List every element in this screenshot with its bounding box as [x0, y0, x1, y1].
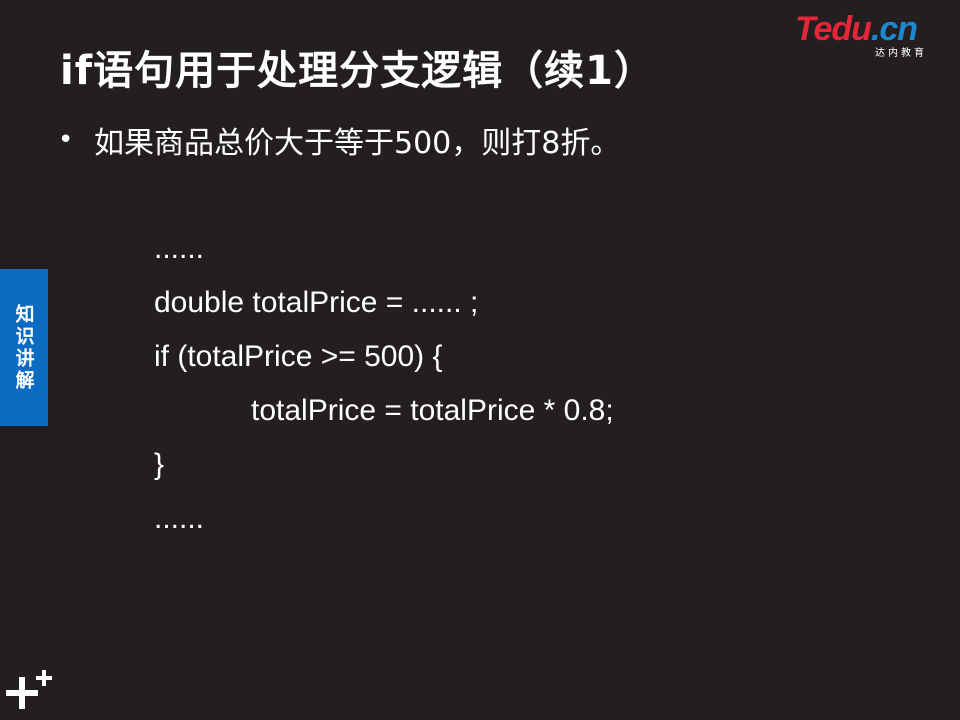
- logo-wordmark-red: Tedu: [795, 10, 872, 48]
- logo-subtitle: 达内教育: [875, 48, 927, 59]
- code-line: if (totalPrice >= 500) {: [154, 340, 443, 373]
- code-line: totalPrice = totalPrice * 0.8;: [251, 394, 614, 427]
- code-line: double totalPrice = ...... ;: [154, 286, 479, 319]
- code-line: }: [154, 448, 165, 481]
- plus-icon: [6, 670, 52, 709]
- bullet-text: 如果商品总价大于等于500，则打8折。: [94, 126, 621, 161]
- tedu-logo: Tedu.cn 达内教育: [795, 10, 935, 60]
- code-line: ......: [154, 502, 205, 535]
- logo-wordmark-blue: .cn: [870, 10, 918, 48]
- bullet-item: • 如果商品总价大于等于500，则打8折。: [58, 118, 620, 162]
- knowledge-tab: 知识讲解: [0, 269, 48, 426]
- knowledge-tab-label: 知识讲解: [12, 303, 35, 392]
- code-block: ...... double totalPrice = ...... ; if (…: [154, 226, 614, 550]
- slide-title: if语句用于处理分支逻辑（续1）: [60, 48, 655, 94]
- bullet-dot-icon: •: [58, 125, 74, 155]
- code-line: ......: [154, 232, 205, 265]
